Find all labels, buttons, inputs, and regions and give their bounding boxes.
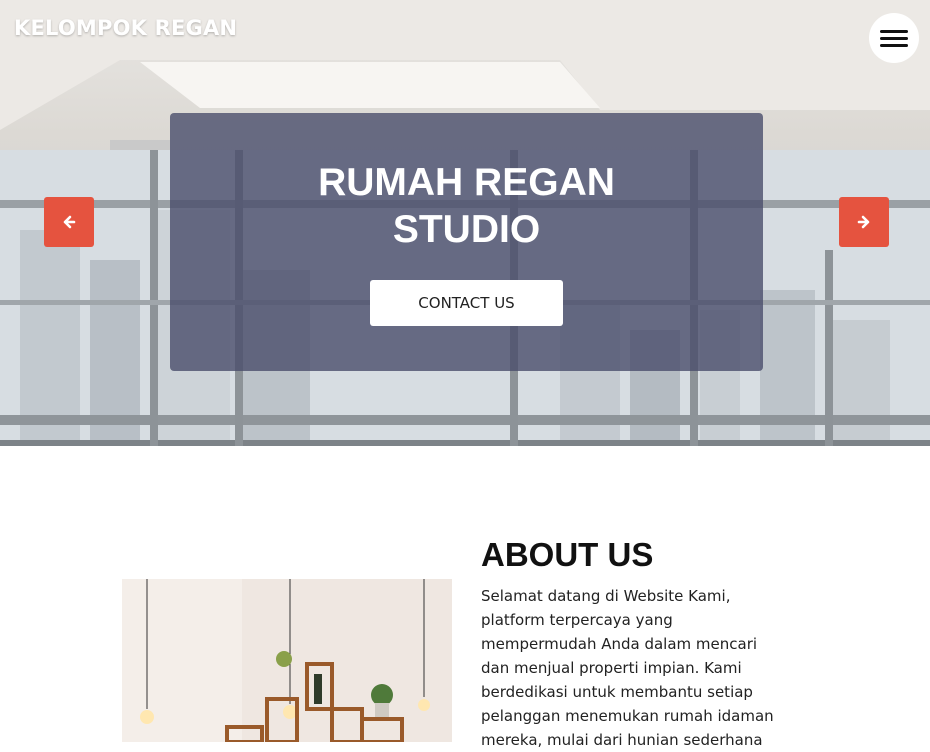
hero-title-line-1: RUMAH REGAN <box>318 161 615 204</box>
about-image <box>122 579 452 742</box>
about-description: Selamat datang di Website Kami, platform… <box>481 584 816 752</box>
about-text-line: dan menjual properti impian. Kami <box>481 659 742 677</box>
about-text-line: pelanggan menemukan rumah idaman <box>481 707 774 725</box>
carousel-prev-button[interactable] <box>44 197 94 247</box>
carousel-next-button[interactable] <box>839 197 889 247</box>
contact-us-button[interactable]: CONTACT US <box>370 280 563 326</box>
hero-title: RUMAH REGAN STUDIO <box>170 159 763 253</box>
about-text-line: berdedikasi untuk membantu setiap <box>481 683 753 701</box>
arrow-right-icon <box>857 215 870 229</box>
about-text-line: platform terpercaya yang <box>481 611 673 629</box>
hero-title-line-2: STUDIO <box>392 208 541 251</box>
brand-logo[interactable]: KELOMPOK REGAN <box>14 16 237 40</box>
about-text-line: mempermudah Anda dalam mencari <box>481 635 758 653</box>
menu-button[interactable] <box>869 13 919 63</box>
arrow-left-icon <box>63 215 76 229</box>
about-text-line: Selamat datang di Website Kami, <box>481 587 731 605</box>
hero-caption-box: RUMAH REGAN STUDIO CONTACT US <box>170 113 763 371</box>
hamburger-icon <box>880 30 908 33</box>
about-text-line: mereka, mulai dari hunian sederhana <box>481 731 763 749</box>
hero-section: KELOMPOK REGAN RUMAH REGAN STUDIO CONTAC… <box>0 0 930 446</box>
about-title: ABOUT US <box>481 536 654 573</box>
